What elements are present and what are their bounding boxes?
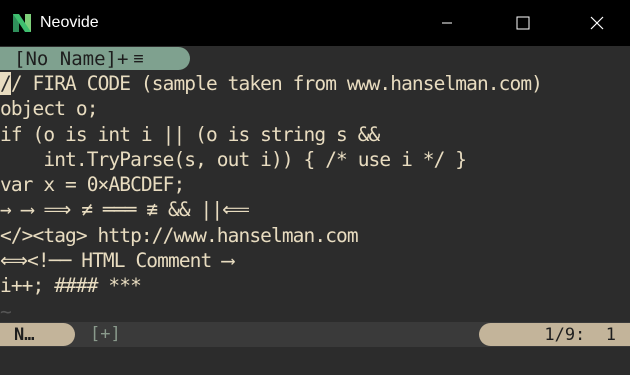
code-line-4: int.TryParse(s, out i)) { /* use i */ } [0, 147, 467, 171]
tab-no-name[interactable]: [No Name]+ ≡ [0, 47, 190, 70]
maximize-button[interactable] [500, 0, 546, 46]
neovide-window: Neovide [No Name]+ ≡ // FIRA CODE (sampl… [0, 0, 630, 375]
maximize-icon [516, 16, 530, 30]
code-line-9: i++; #### *** [0, 274, 142, 298]
mode-indicator: N… [0, 323, 75, 346]
window-title: Neovide [40, 14, 99, 31]
code-line-5: var x = 0×ABCDEF; [0, 173, 185, 197]
code-line-6: → ⟶ ⟹ ≠ ═══ ≢ && ||⟸ [0, 198, 250, 222]
list-icon: ≡ [133, 48, 144, 69]
code-line-2: object o; [0, 97, 98, 121]
code-line-3: if (o is int i || (o is string s && [0, 122, 380, 146]
code-line-1-text: / FIRA CODE (sample taken from www.hanse… [10, 72, 543, 95]
command-line[interactable] [0, 347, 630, 375]
cursor-position: 1/9: 1 [479, 323, 630, 346]
empty-line-marker: ~ [0, 299, 12, 323]
close-icon [590, 16, 604, 30]
close-button[interactable] [574, 0, 620, 46]
minimize-button[interactable] [424, 0, 470, 46]
code-line-7: </><tag> http://www.hanselman.com [0, 223, 359, 247]
code-line-1: // FIRA CODE (sample taken from www.hans… [0, 71, 630, 96]
neovide-logo-icon [13, 14, 31, 32]
tab-label: [No Name]+ [14, 47, 129, 70]
tabline: [No Name]+ ≡ [0, 46, 630, 71]
statusline: N… [+] 1/9: 1 [0, 322, 630, 347]
title-bar[interactable]: Neovide [0, 0, 630, 46]
modified-flag: [+] [90, 324, 121, 344]
code-line-8: ⟺<!── HTML Comment ⟶ [0, 249, 234, 273]
cursor: / [0, 72, 12, 95]
minimize-icon [442, 22, 452, 24]
editor-buffer[interactable]: // FIRA CODE (sample taken from www.hans… [0, 71, 630, 323]
